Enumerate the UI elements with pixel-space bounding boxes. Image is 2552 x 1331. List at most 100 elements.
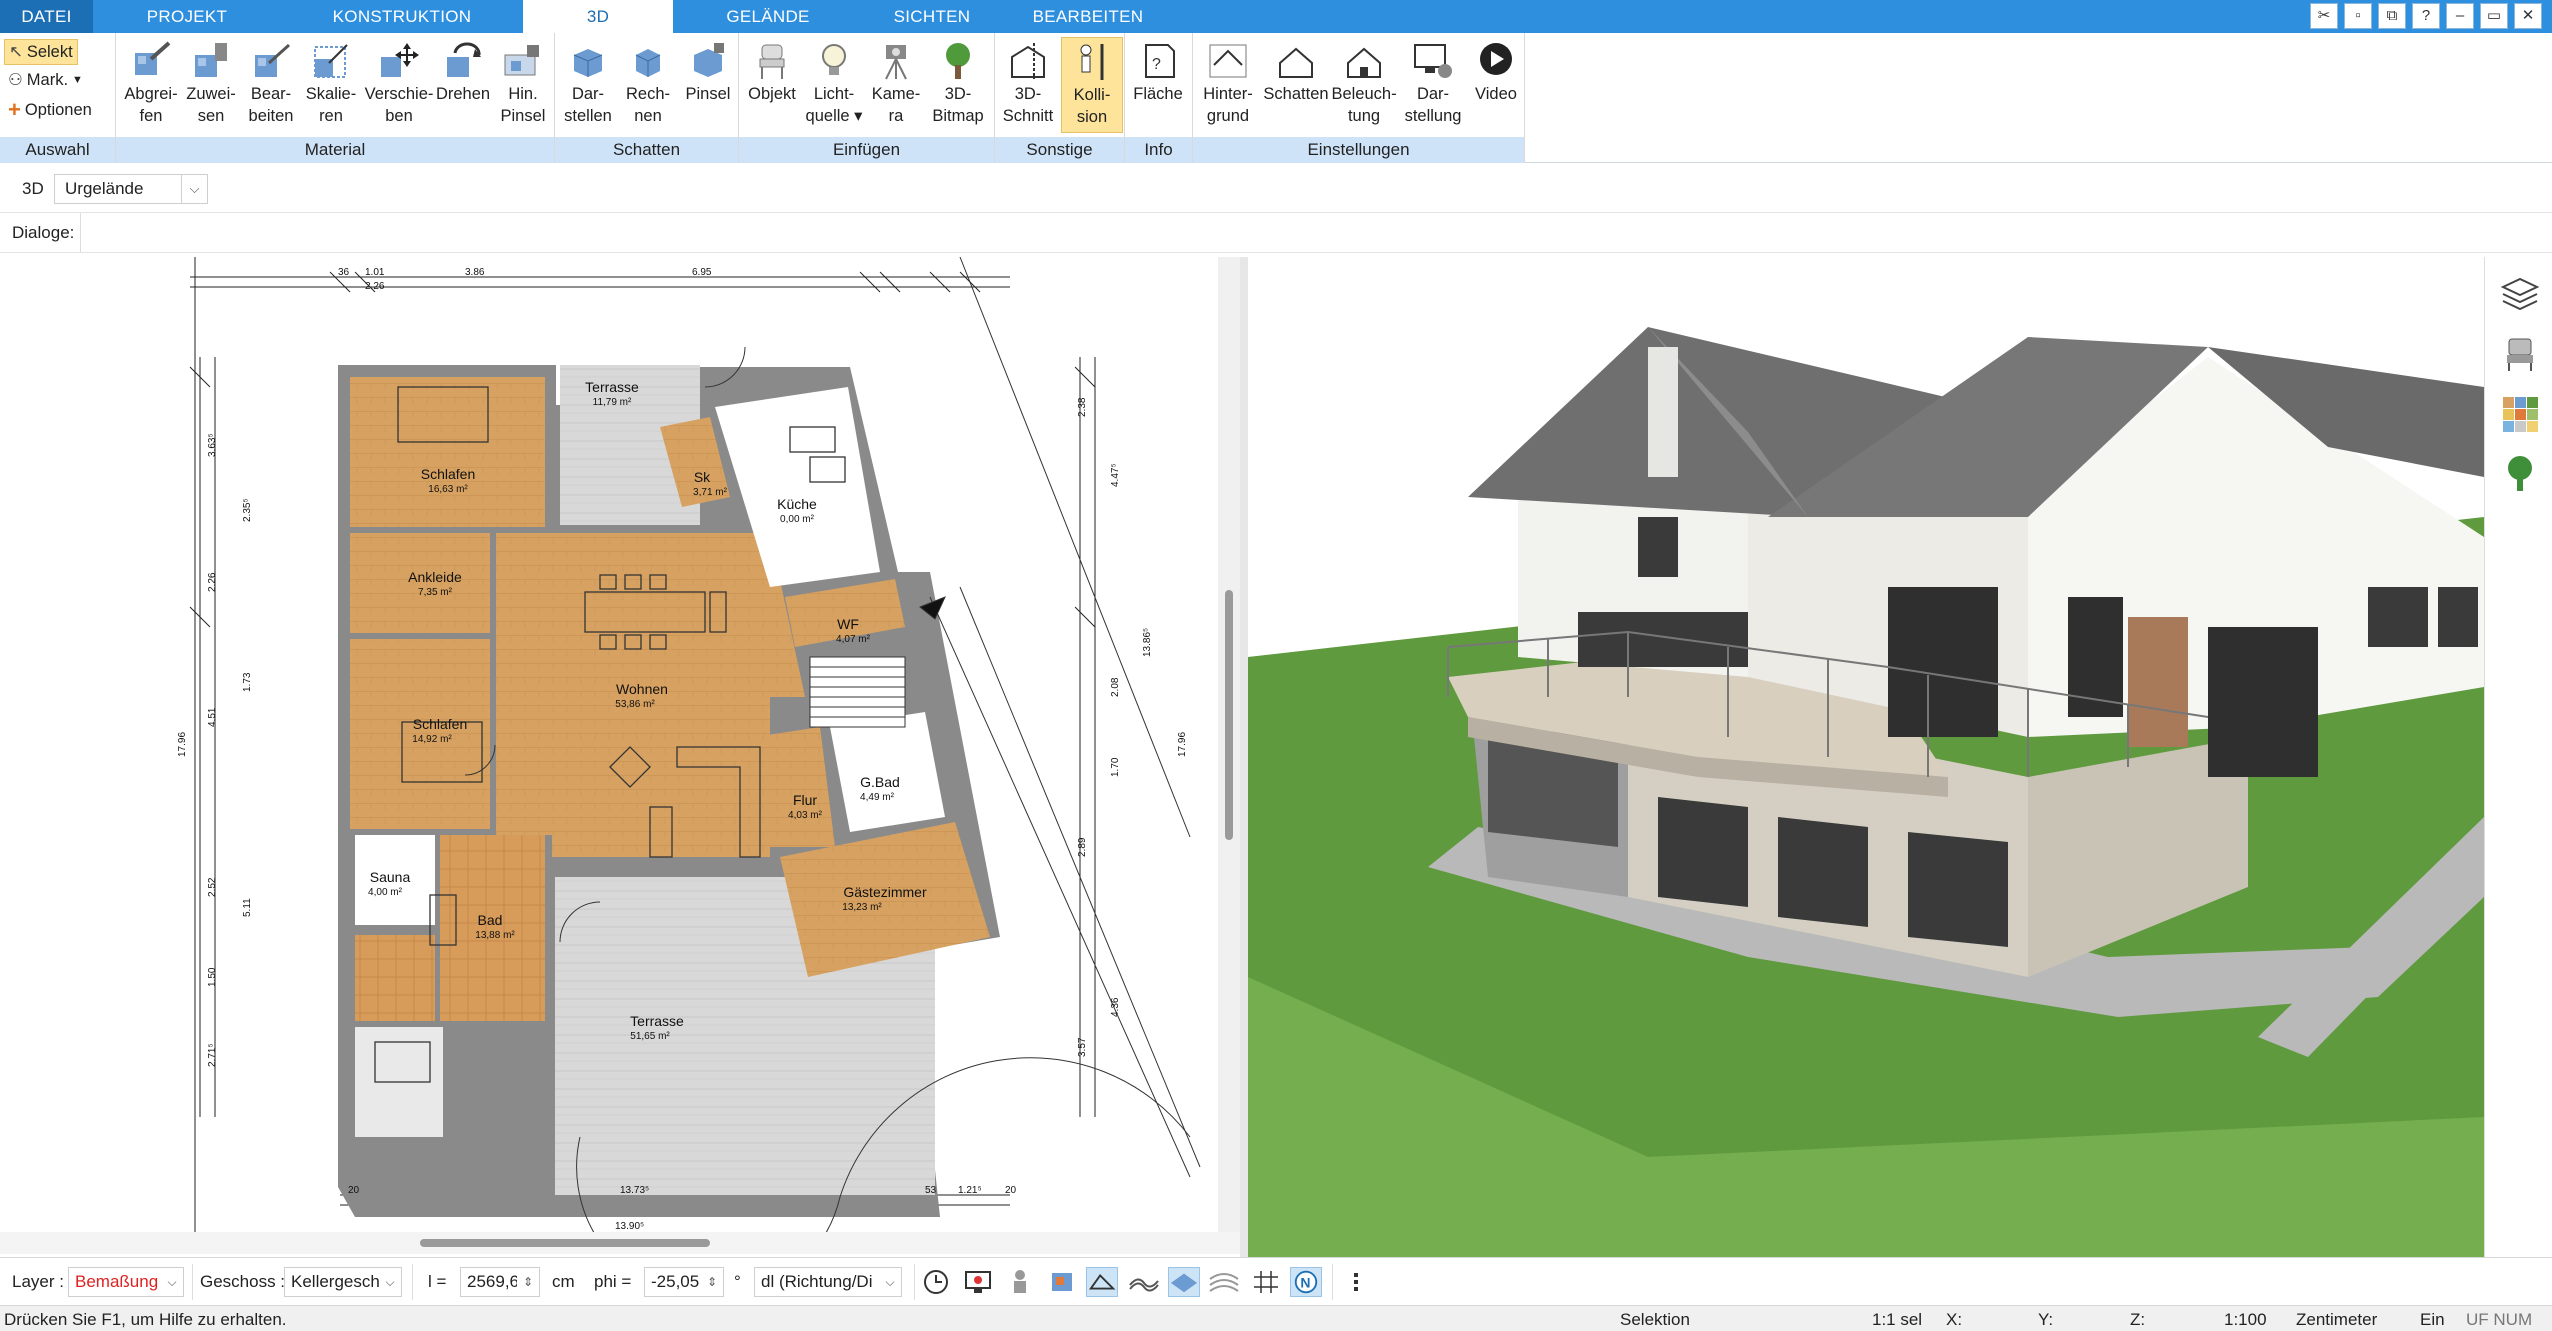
layers-icon[interactable] <box>2499 273 2541 315</box>
schatten-pinsel-button[interactable]: Pinsel <box>677 37 739 133</box>
dim-label: 6.95 <box>692 267 712 278</box>
floor-plan-view[interactable]: Terrasse 11,79 m² Schlafen 16,63 m² Sk 3… <box>0 257 1218 1232</box>
room-area: 4,03 m² <box>788 810 823 821</box>
help-icon[interactable]: ? <box>2412 3 2440 29</box>
dim-label: 13.86⁵ <box>1142 628 1153 657</box>
tab-konstruktion[interactable]: KONSTRUKTION <box>281 0 523 33</box>
dim-label: 2.38 <box>1077 397 1088 417</box>
dim-label: 3.86 <box>465 267 485 278</box>
group-label-einfuegen: Einfügen <box>739 137 994 163</box>
flaeche-button[interactable]: ? Fläche <box>1127 37 1189 133</box>
group-auswahl: ↖ Selekt ⚇ Mark. ▼ + Optionen Auswahl <box>0 33 116 163</box>
tab-datei[interactable]: DATEI <box>0 0 93 33</box>
status-scale: 1:100 <box>2224 1310 2267 1329</box>
room-area: 14,92 m² <box>412 734 452 745</box>
person-collision-icon <box>1080 44 1104 80</box>
geschoss-select[interactable]: Kellergesch ⌵ <box>284 1267 402 1297</box>
options-button[interactable]: + Optionen <box>4 97 96 123</box>
direction-select[interactable]: dl (Richtung/Di ⌵ <box>754 1267 902 1297</box>
clock-icon[interactable] <box>920 1267 952 1297</box>
object-icon[interactable] <box>1046 1267 1078 1297</box>
3d-schnitt-button[interactable]: 3D- Schnitt <box>997 37 1059 133</box>
mark-button[interactable]: ⚇ Mark. ▼ <box>4 67 87 93</box>
spinner-icon[interactable]: ⇕ <box>517 1268 539 1296</box>
tab-sichten[interactable]: SICHTEN <box>863 0 1001 33</box>
schatten-settings-button[interactable]: Schatten <box>1261 37 1331 133</box>
zuweisen-button[interactable]: Zuwei-sen <box>180 37 242 133</box>
tab-projekt[interactable]: PROJEKT <box>93 0 281 33</box>
hin-pinsel-button[interactable]: Hin. Pinsel <box>492 37 554 133</box>
tree-icon <box>946 43 970 79</box>
abgreifen-button[interactable]: Abgrei-fen <box>120 37 182 133</box>
furniture-icon[interactable] <box>2499 333 2541 375</box>
monitor-icon[interactable] <box>962 1267 994 1297</box>
group-label-auswahl: Auswahl <box>0 137 115 163</box>
beleuchtung-button[interactable]: Beleuch-tung <box>1329 37 1399 133</box>
contour-icon[interactable] <box>1208 1267 1240 1297</box>
layer-label: Layer : <box>12 1272 64 1291</box>
scroll-thumb[interactable] <box>420 1239 710 1247</box>
grid-icon[interactable] <box>1250 1267 1282 1297</box>
surface-icon[interactable] <box>1086 1267 1118 1297</box>
splitter[interactable] <box>1240 257 1248 1257</box>
group-label-schatten: Schatten <box>555 137 738 163</box>
select-button[interactable]: ↖ Selekt <box>4 39 78 65</box>
room-area: 7,35 m² <box>418 587 453 598</box>
plan-vertical-scrollbar[interactable] <box>1218 257 1240 1232</box>
restore-mini-icon[interactable]: ▫ <box>2344 3 2372 29</box>
rechnen-button[interactable]: Rech-nen <box>617 37 679 133</box>
terrain-icon[interactable] <box>1128 1267 1160 1297</box>
svg-text:?: ? <box>1152 56 1161 73</box>
terrain-select[interactable]: Urgelände ⌵ <box>54 174 208 204</box>
status-selection: 1:1 sel <box>1872 1310 1923 1329</box>
north-icon[interactable]: N <box>1290 1267 1322 1297</box>
dim-label: 20 <box>1005 1185 1017 1196</box>
length-input[interactable]: 2569,6 ⇕ <box>460 1267 540 1297</box>
ribbon: ↖ Selekt ⚇ Mark. ▼ + Optionen Auswahl Ab… <box>0 33 2552 163</box>
room-name: Bad <box>478 912 503 928</box>
darstellen-button[interactable]: Dar-stellen <box>557 37 619 133</box>
tab-3d[interactable]: 3D <box>523 0 673 33</box>
hintergrund-button[interactable]: Hinter-grund <box>1197 37 1259 133</box>
chevron-down-icon: ▼ <box>72 74 83 86</box>
scroll-thumb[interactable] <box>1225 590 1233 840</box>
materials-icon[interactable] <box>2499 393 2541 435</box>
plants-icon[interactable] <box>2499 453 2541 495</box>
layer-select[interactable]: Bemaßung ⌵ <box>68 1267 184 1297</box>
tools-icon[interactable]: ✂ <box>2310 3 2338 29</box>
minimize-icon[interactable]: – <box>2446 3 2474 29</box>
verschieben-button[interactable]: Verschie-ben <box>364 37 434 133</box>
3d-view[interactable] <box>1248 257 2484 1257</box>
status-hint: Drücken Sie F1, um Hilfe zu erhalten. <box>4 1310 287 1329</box>
kollision-button[interactable]: Kolli-sion <box>1061 37 1123 133</box>
video-button[interactable]: Video <box>1465 37 1527 133</box>
close-icon[interactable]: ✕ <box>2514 3 2542 29</box>
tile-icon[interactable]: ⧉ <box>2378 3 2406 29</box>
status-ein: Ein <box>2420 1310 2445 1329</box>
status-mode: Selektion <box>1620 1310 1690 1329</box>
shadow-cube-icon <box>573 49 603 77</box>
more-options-icon[interactable] <box>1340 1267 1372 1297</box>
bearbeiten-button[interactable]: Bear-beiten <box>240 37 302 133</box>
objekt-button[interactable]: Objekt <box>741 37 803 133</box>
plan-horizontal-scrollbar[interactable] <box>0 1232 1240 1254</box>
dim-label: 4.51 <box>207 707 218 727</box>
kamera-button[interactable]: Kame-ra <box>865 37 927 133</box>
house-background-icon <box>1209 44 1247 78</box>
skalieren-button[interactable]: Skalie-ren <box>300 37 362 133</box>
3d-bitmap-button[interactable]: 3D- Bitmap <box>927 37 989 133</box>
drehen-button[interactable]: Drehen <box>432 37 494 133</box>
tab-bearbeiten[interactable]: BEARBEITEN <box>1001 0 1175 33</box>
dim-label: 13.73⁵ <box>620 1185 649 1196</box>
plane-icon[interactable] <box>1168 1267 1200 1297</box>
person-view-icon[interactable] <box>1004 1267 1036 1297</box>
phi-input[interactable]: -25,05 ⇕ <box>644 1267 724 1297</box>
divider <box>1332 1264 1333 1300</box>
darstellung-button[interactable]: Dar-stellung <box>1397 37 1469 133</box>
lichtquelle-button[interactable]: Licht-quelle ▾ <box>803 37 865 133</box>
group-info: ? Fläche Info <box>1125 33 1193 163</box>
maximize-icon[interactable]: ▭ <box>2480 3 2508 29</box>
dim-label: 3.63⁵ <box>207 433 218 457</box>
tab-gelaende[interactable]: GELÄNDE <box>673 0 863 33</box>
spinner-icon[interactable]: ⇕ <box>701 1268 723 1296</box>
